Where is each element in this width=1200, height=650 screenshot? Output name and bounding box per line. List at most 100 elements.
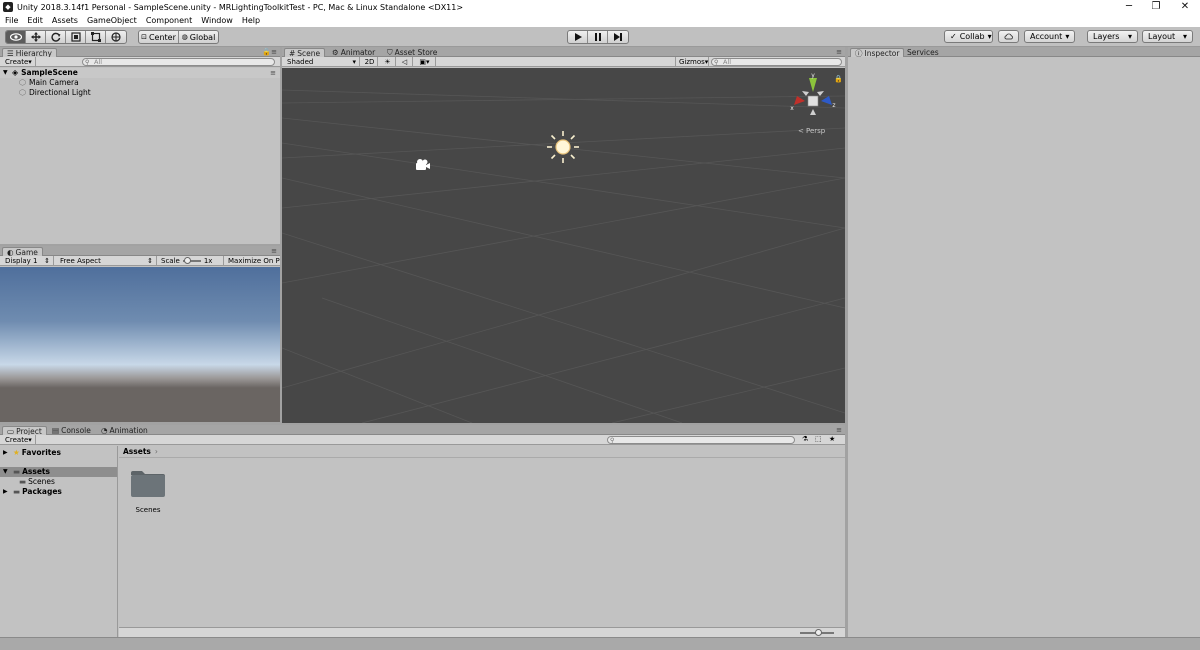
- create-label: Create: [5, 57, 29, 66]
- rect-tool-button[interactable]: [86, 31, 106, 43]
- scene-tabstrip: # Scene ⚙ Animator ⛉ Asset Store ≡: [282, 47, 845, 58]
- pivot-icon: ⊡: [141, 33, 147, 41]
- tree-packages[interactable]: ▶ ▬ Packages: [0, 487, 117, 497]
- tab-inspector[interactable]: ⓘ Inspector: [850, 48, 905, 58]
- expand-arrow-icon[interactable]: ▶: [3, 448, 11, 458]
- menu-edit[interactable]: Edit: [27, 16, 43, 25]
- create-dropdown[interactable]: Create ▾: [2, 435, 36, 444]
- transform-tool-button[interactable]: [106, 31, 126, 43]
- search-placeholder: All: [723, 58, 732, 66]
- project-panel: ▭ Project ▤ Console ◔ Animation ≡ Create…: [0, 425, 845, 637]
- menu-component[interactable]: Component: [146, 16, 192, 25]
- directional-light-gizmo[interactable]: [547, 131, 579, 163]
- tab-hierarchy[interactable]: ☰ Hierarchy: [2, 48, 57, 58]
- collab-label: Collab: [959, 32, 985, 41]
- tab-project[interactable]: ▭ Project: [2, 426, 47, 436]
- menu-assets[interactable]: Assets: [52, 16, 78, 25]
- aspect-dropdown[interactable]: Free Aspect ⇕: [57, 256, 157, 265]
- tree-scenes[interactable]: ▬ Scenes: [0, 477, 117, 487]
- audio-toggle[interactable]: ◁: [397, 57, 413, 66]
- unity-editor-window: ◆ Unity 2018.3.14f1 Personal - SampleSce…: [0, 0, 1200, 650]
- panel-menu-icon[interactable]: ≡: [836, 426, 842, 434]
- console-icon: ▤: [52, 426, 60, 435]
- menu-help[interactable]: Help: [242, 16, 260, 25]
- breadcrumb-item[interactable]: Assets: [123, 446, 151, 457]
- project-tabstrip: ▭ Project ▤ Console ◔ Animation ≡: [0, 425, 845, 436]
- tree-assets[interactable]: ▼ ▬ Assets: [0, 467, 117, 477]
- scale-slider[interactable]: Scale 1x: [158, 256, 224, 265]
- layout-dropdown[interactable]: Layout ▾: [1142, 30, 1193, 43]
- minimize-button[interactable]: ─: [1115, 0, 1143, 14]
- menu-gameobject[interactable]: GameObject: [87, 16, 137, 25]
- menu-window[interactable]: Window: [201, 16, 233, 25]
- play-button[interactable]: [568, 31, 588, 43]
- chevron-down-icon: ▾: [426, 57, 430, 66]
- tab-label: Asset Store: [394, 48, 438, 57]
- hand-tool-button[interactable]: [6, 31, 26, 43]
- scale-thumb[interactable]: [183, 256, 191, 264]
- panel-menu-icon[interactable]: ≡: [271, 247, 277, 255]
- filter-type-icon[interactable]: ⚗: [802, 435, 808, 443]
- panel-menu-icon[interactable]: ≡: [836, 48, 842, 56]
- tree-label: Packages: [22, 487, 62, 496]
- star-icon[interactable]: ★: [829, 435, 835, 443]
- shading-dropdown[interactable]: Shaded ▾: [284, 57, 360, 66]
- panel-menu-icon[interactable]: 🔒≡: [262, 48, 277, 56]
- speaker-icon: ◁: [401, 57, 408, 66]
- rotate-tool-button[interactable]: [46, 31, 66, 43]
- expand-arrow-icon[interactable]: ▼: [3, 68, 11, 78]
- filter-label-icon[interactable]: ⬚: [815, 435, 822, 443]
- cloud-button[interactable]: [998, 30, 1019, 43]
- display-label: Display 1: [5, 256, 38, 265]
- lighting-toggle[interactable]: ☀: [380, 57, 396, 66]
- tree-label: Favorites: [21, 448, 61, 457]
- icon-size-thumb[interactable]: [815, 629, 822, 636]
- scene-viewport[interactable]: y x z 🔒 < Persp: [282, 68, 845, 423]
- chevron-down-icon: ▾: [987, 32, 992, 41]
- expand-arrow-icon[interactable]: ▶: [3, 487, 11, 497]
- hierarchy-search-input[interactable]: ⚲ All: [82, 58, 275, 66]
- create-dropdown[interactable]: Create ▾: [2, 57, 36, 66]
- window-title: Unity 2018.3.14f1 Personal - SampleScene…: [17, 2, 464, 12]
- tab-game[interactable]: ◐ Game: [2, 247, 43, 257]
- game-view-render[interactable]: [0, 267, 280, 422]
- gizmos-dropdown[interactable]: Gizmos ▾: [675, 57, 709, 66]
- pivot-center-toggle[interactable]: ⊡ Center: [139, 31, 179, 43]
- list-item[interactable]: ⬡ Directional Light: [0, 88, 280, 98]
- tab-console[interactable]: ▤ Console: [48, 426, 95, 435]
- breadcrumb: Assets ›: [119, 446, 845, 458]
- asset-item[interactable]: Scenes: [129, 470, 167, 516]
- step-button[interactable]: [608, 31, 628, 43]
- tree-favorites[interactable]: ▶ ★ Favorites: [0, 448, 117, 458]
- list-item[interactable]: ⬡ Main Camera: [0, 78, 280, 88]
- star-icon: ★: [13, 448, 20, 457]
- project-search-input[interactable]: ⚲: [607, 436, 795, 444]
- scale-tool-button[interactable]: [66, 31, 86, 43]
- projection-toggle[interactable]: < Persp: [798, 127, 826, 135]
- lock-icon[interactable]: 🔒: [834, 75, 843, 83]
- scene-search-input[interactable]: ⚲ All: [711, 58, 842, 66]
- move-tool-button[interactable]: [26, 31, 46, 43]
- scene-row[interactable]: ▼ ◈ SampleScene ≡: [0, 68, 280, 78]
- 2d-toggle[interactable]: 2D: [362, 57, 378, 66]
- scene-menu-icon[interactable]: ≡: [270, 68, 276, 78]
- tab-services[interactable]: Services: [903, 48, 943, 57]
- pivot-global-toggle[interactable]: ◍ Global: [179, 31, 218, 43]
- tab-scene[interactable]: # Scene: [284, 48, 326, 58]
- maximize-on-play-toggle[interactable]: Maximize On Pla: [225, 256, 280, 265]
- close-button[interactable]: ✕: [1171, 0, 1199, 14]
- expand-arrow-icon[interactable]: ▼: [3, 467, 11, 477]
- menu-file[interactable]: File: [5, 16, 18, 25]
- display-dropdown[interactable]: Display 1 ⇕: [2, 256, 54, 265]
- maximize-button[interactable]: ❐: [1142, 0, 1170, 14]
- pause-button[interactable]: [588, 31, 608, 43]
- tab-animator[interactable]: ⚙ Animator: [328, 48, 379, 57]
- tab-asset-store[interactable]: ⛉ Asset Store: [383, 48, 441, 57]
- collab-button[interactable]: ✓ Collab ▾: [944, 30, 993, 43]
- image-icon: ▣: [419, 57, 427, 66]
- account-label: Account: [1030, 32, 1063, 41]
- account-dropdown[interactable]: Account ▾: [1024, 30, 1075, 43]
- layers-dropdown[interactable]: Layers ▾: [1087, 30, 1138, 43]
- tab-animation[interactable]: ◔ Animation: [97, 426, 152, 435]
- effects-dropdown[interactable]: ▣ ▾: [414, 57, 436, 66]
